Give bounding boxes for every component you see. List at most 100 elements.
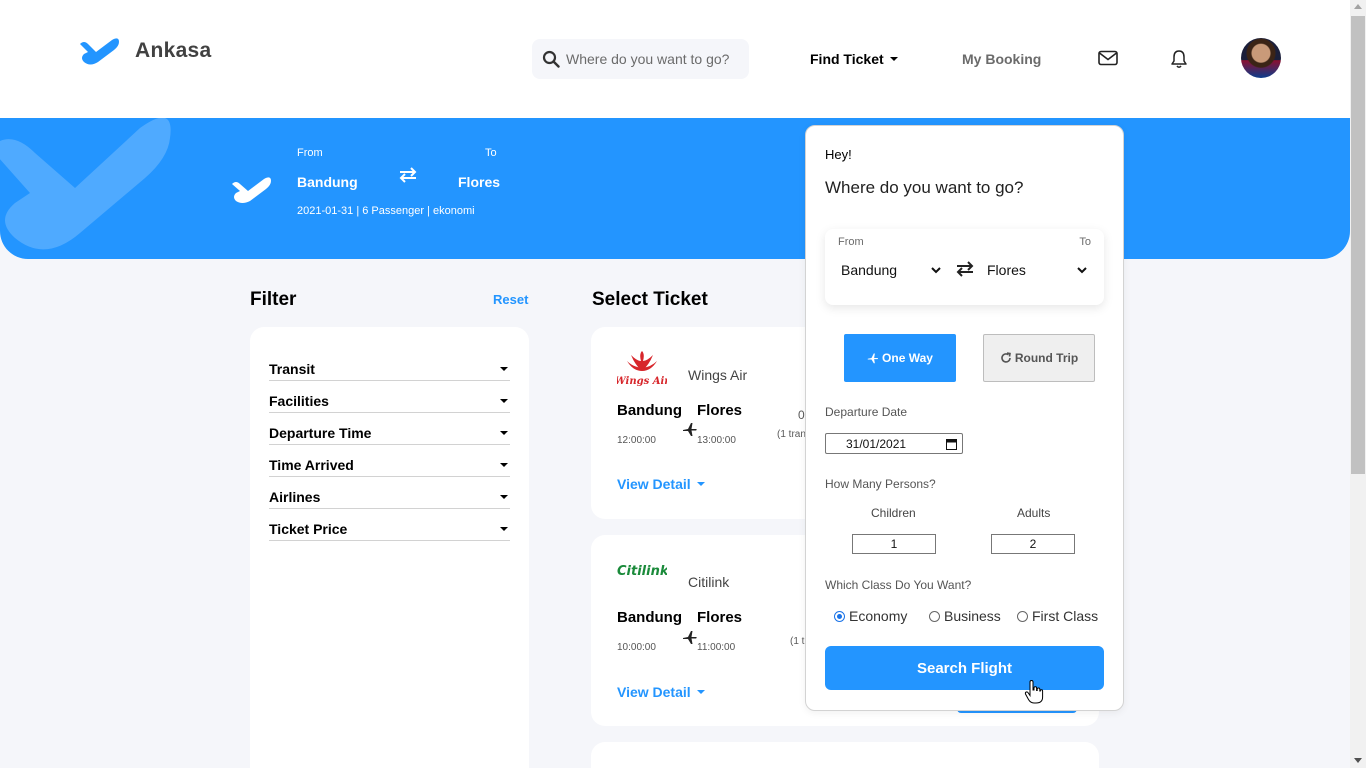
ticket-arrive-time: 11:00:00 (697, 642, 736, 653)
chevron-down-icon (931, 266, 941, 273)
ticket-to: Flores (697, 609, 743, 626)
round-trip-label: Round Trip (1014, 351, 1079, 365)
caret-down-icon (500, 463, 508, 467)
plane-icon (867, 353, 879, 364)
caret-down-icon (696, 690, 705, 694)
persons-label: How Many Persons? (825, 477, 936, 491)
class-option-label: Economy (849, 608, 908, 624)
caret-down-icon (500, 527, 508, 531)
wings-air-logo-text: Wings Air (617, 376, 667, 387)
plane-logo-icon (80, 38, 119, 65)
ticket-transit: (1 t (790, 636, 805, 647)
route-from-label: From (838, 236, 864, 248)
departure-date-input[interactable]: 31/01/2021 (825, 433, 963, 454)
citilink-logo-text: Citilink (617, 564, 667, 579)
ticket-arrive-time: 13:00:00 (697, 435, 736, 446)
plane-watermark-icon (0, 118, 171, 250)
nav-my-booking[interactable]: My Booking (962, 51, 1041, 67)
banner-to-label: To (485, 147, 497, 159)
brand-logo[interactable]: Ankasa (78, 36, 212, 66)
radio-icon[interactable] (1017, 610, 1028, 622)
ticket-card-partial[interactable] (591, 742, 1099, 768)
from-city-select[interactable]: Bandung (841, 262, 941, 278)
swap-icon (399, 167, 417, 183)
class-option-first-class[interactable]: First Class (1017, 608, 1098, 624)
caret-down-icon (696, 482, 705, 486)
route-selector: From To Bandung Flores (825, 229, 1104, 305)
search-flight-button[interactable]: Search Flight (825, 646, 1104, 690)
nav-find-ticket-label: Find Ticket (810, 51, 884, 67)
ticket-duration: 0 (798, 408, 805, 422)
nav-find-ticket[interactable]: Find Ticket (810, 51, 898, 67)
view-detail-label: View Detail (617, 476, 691, 492)
swap-icon[interactable] (955, 260, 975, 278)
radio-checked-icon[interactable] (834, 610, 845, 622)
user-avatar[interactable] (1241, 38, 1281, 78)
children-label: Children (871, 506, 916, 520)
from-city-value: Bandung (841, 262, 898, 278)
route-banner: From To Bandung Flores 2021-01-31 | 6 Pa… (0, 118, 1350, 259)
banner-from-label: From (297, 147, 323, 159)
adults-label: Adults (1017, 506, 1051, 520)
airline-name: Wings Air (688, 367, 748, 383)
to-city-select[interactable]: Flores (987, 262, 1087, 278)
filter-ticket-price[interactable]: Ticket Price (269, 521, 510, 541)
banner-to-city: Flores (458, 174, 501, 190)
filter-departure-time[interactable]: Departure Time (269, 425, 510, 445)
filter-airlines[interactable]: Airlines (269, 489, 510, 509)
citilink-logo: Citilink (617, 564, 667, 579)
view-detail-link[interactable]: View Detail (617, 684, 705, 700)
calendar-icon[interactable] (946, 438, 957, 450)
search-input[interactable] (566, 51, 746, 67)
class-option-economy[interactable]: Economy (834, 608, 907, 624)
brand-name: Ankasa (135, 39, 212, 62)
banner-from-city: Bandung (297, 174, 358, 190)
airline-name: Citilink (688, 574, 730, 590)
filter-panel: Transit Facilities Departure Time Time A… (250, 327, 529, 768)
filter-reset-button[interactable]: Reset (493, 292, 528, 307)
route-to-label: To (1079, 236, 1091, 248)
filter-item-label: Transit (269, 361, 315, 377)
radio-icon[interactable] (929, 610, 940, 622)
mail-icon[interactable] (1098, 50, 1118, 66)
caret-down-icon (500, 399, 508, 403)
scroll-up-arrow-icon[interactable] (1354, 4, 1362, 9)
ticket-transit: (1 tran (777, 429, 806, 440)
one-way-label: One Way (882, 351, 933, 365)
filter-item-label: Departure Time (269, 425, 372, 441)
view-detail-label: View Detail (617, 684, 691, 700)
filter-time-arrived[interactable]: Time Arrived (269, 457, 510, 477)
popup-greeting: Hey! (825, 147, 852, 162)
top-navbar: Ankasa Find Ticket My Booking (0, 0, 1350, 118)
find-ticket-dropdown: Hey! Where do you want to go? From To Ba… (805, 125, 1124, 711)
class-label: Which Class Do You Want? (825, 578, 972, 592)
scrollbar-thumb[interactable] (1351, 16, 1365, 474)
class-option-label: Business (944, 608, 1001, 624)
ticket-depart-time: 12:00:00 (617, 435, 656, 446)
round-trip-button[interactable]: Round Trip (983, 334, 1095, 382)
filter-facilities[interactable]: Facilities (269, 393, 510, 413)
departure-date-value: 31/01/2021 (846, 436, 907, 451)
filter-transit[interactable]: Transit (269, 361, 510, 381)
scroll-down-arrow-icon[interactable] (1354, 758, 1362, 763)
filter-title: Filter (250, 289, 297, 310)
bell-icon[interactable] (1170, 49, 1188, 69)
filter-item-label: Facilities (269, 393, 329, 409)
search-bar[interactable] (532, 39, 749, 79)
one-way-button[interactable]: One Way (844, 334, 956, 382)
to-city-value: Flores (987, 262, 1026, 278)
ticket-from: Bandung (617, 609, 682, 626)
ticket-depart-time: 10:00:00 (617, 642, 656, 653)
search-icon (542, 50, 560, 68)
children-input[interactable]: 1 (852, 534, 936, 554)
plane-icon (683, 423, 697, 436)
departure-date-label: Departure Date (825, 405, 908, 419)
wings-air-logo: Wings Air (617, 351, 667, 387)
caret-down-icon (889, 57, 898, 61)
banner-trip-meta: 2021-01-31 | 6 Passenger | ekonomi (297, 205, 475, 217)
adults-input[interactable]: 2 (991, 534, 1075, 554)
redo-icon (1001, 352, 1011, 363)
class-option-business[interactable]: Business (929, 608, 1001, 624)
view-detail-link[interactable]: View Detail (617, 476, 705, 492)
caret-down-icon (500, 367, 508, 371)
